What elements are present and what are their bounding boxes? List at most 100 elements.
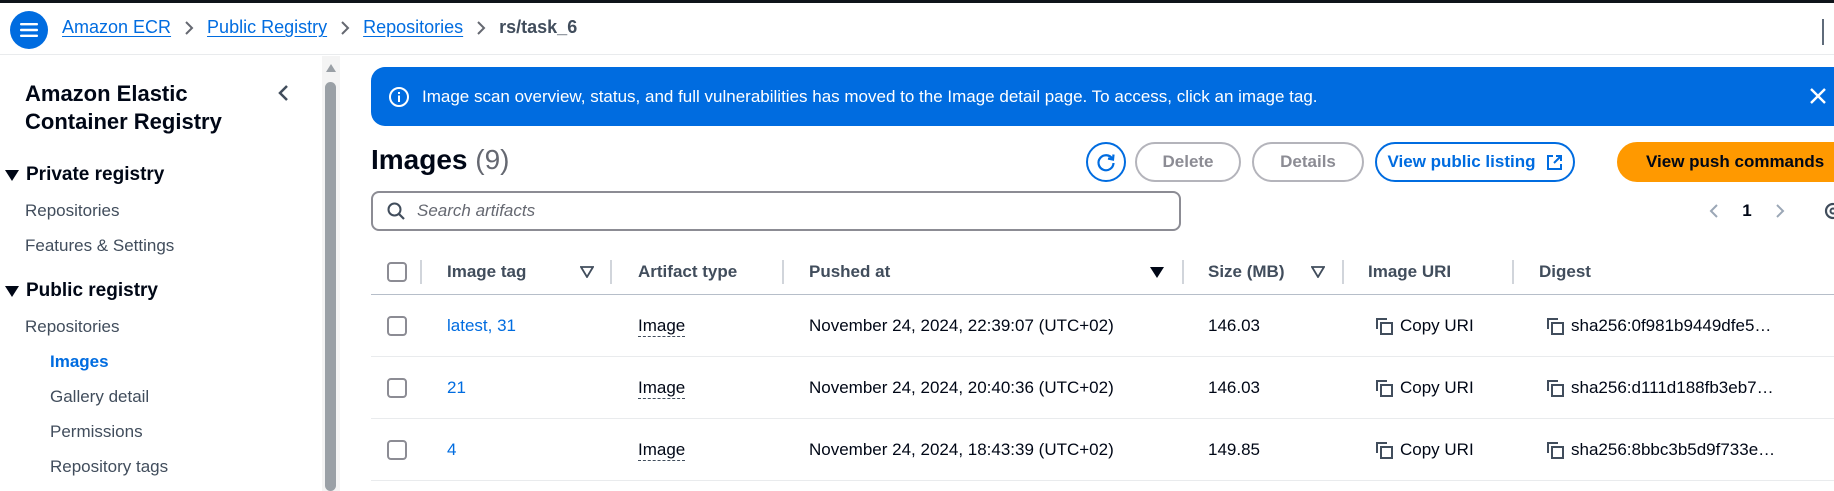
column-image-uri: Image URI [1368,262,1452,281]
artifact-type-value[interactable]: Image [638,440,686,461]
sidebar-item-permissions[interactable]: Permissions [50,422,143,442]
column-pushed-at[interactable]: Pushed at [809,249,890,295]
breadcrumb-amazon-ecr[interactable]: Amazon ECR [62,17,171,38]
column-divider[interactable] [610,260,612,284]
external-link-icon [1546,154,1563,171]
breadcrumb-public-registry[interactable]: Public Registry [207,17,327,38]
size: 146.03 [1208,316,1260,335]
column-size[interactable]: Size (MB) [1208,249,1285,295]
sort-icon[interactable] [579,264,595,280]
info-icon [388,86,410,108]
table-row: 21 Image November 24, 2024, 20:40:36 (UT… [371,357,1834,419]
sidebar-item-private-repositories[interactable]: Repositories [25,201,120,221]
table-row: latest, 31 Image November 24, 2024, 22:3… [371,295,1834,357]
sidebar-item-images[interactable]: Images [50,352,109,372]
copy-icon [1547,318,1564,335]
view-public-listing-button[interactable]: View public listing [1375,142,1575,182]
column-image-tag[interactable]: Image tag [447,249,526,295]
close-flash-button[interactable] [1805,83,1831,109]
table-settings-button[interactable] [1822,198,1834,224]
page-number[interactable]: 1 [1726,201,1768,221]
copy-uri-label: Copy URI [1400,378,1474,397]
copy-uri-button[interactable]: Copy URI [1374,419,1474,481]
sort-icon[interactable] [1310,264,1326,280]
artifact-type: Image [638,419,686,481]
sidebar-scrollbar[interactable] [322,56,340,491]
copy-icon [1547,380,1564,397]
row-checkbox[interactable] [387,378,407,398]
sidebar-item-gallery-detail[interactable]: Gallery detail [50,387,149,407]
copy-uri-label: Copy URI [1400,440,1474,459]
next-page-icon[interactable] [1768,203,1792,219]
search-input[interactable] [417,201,1157,221]
artifact-type-value[interactable]: Image [638,316,686,337]
sidebar-section-label: Private registry [26,164,165,185]
copy-uri-button[interactable]: Copy URI [1374,295,1474,357]
delete-button[interactable]: Delete [1135,142,1241,182]
copy-uri-label: Copy URI [1400,316,1474,335]
artifact-type-value[interactable]: Image [638,378,686,399]
sidebar-title: Amazon Elastic Container Registry [25,81,222,134]
copy-digest-button[interactable]: sha256:8bbc3b5d9f733e… [1545,419,1775,481]
images-count: (9) [475,144,510,175]
sidebar: Amazon Elastic Container Registry Privat… [0,56,340,491]
scroll-up-icon[interactable] [326,64,336,72]
top-navigation-bar: Amazon ECR Public Registry Repositories … [0,3,1834,55]
gear-icon [1824,202,1834,220]
image-tag-link[interactable]: 21 [447,357,466,419]
sidebar-item-public-repositories[interactable]: Repositories [25,317,120,337]
refresh-icon [1097,154,1115,172]
chevron-right-icon [327,20,363,36]
size: 146.03 [1208,378,1260,397]
view-public-listing-label: View public listing [1387,152,1536,171]
column-divider[interactable] [1512,260,1514,284]
scrollbar-thumb[interactable] [325,82,336,491]
sidebar-section-public-registry[interactable]: Public registry [0,280,158,302]
breadcrumb: Amazon ECR Public Registry Repositories … [62,17,577,38]
image-tag-link[interactable]: latest, 31 [447,295,516,357]
page-title-text: Images [371,144,468,175]
menu-button[interactable] [10,11,48,49]
breadcrumb-repositories[interactable]: Repositories [363,17,463,38]
pushed-at: November 24, 2024, 20:40:36 (UTC+02) [809,378,1114,397]
copy-digest-button[interactable]: sha256:0f981b9449dfe5… [1545,295,1771,357]
search-field[interactable] [371,191,1181,231]
caret-down-icon [0,285,24,297]
view-push-commands-button[interactable]: View push commands [1617,142,1834,182]
column-divider [420,260,422,284]
digest-value: sha256:0f981b9449dfe5… [1571,316,1772,335]
column-divider[interactable] [1182,260,1184,284]
tools-panel-toggle[interactable] [1822,19,1834,45]
caret-down-icon [0,169,24,181]
chevron-left-icon [278,85,288,101]
column-artifact-type[interactable]: Artifact type [638,249,737,295]
copy-icon [1376,380,1393,397]
size: 149.85 [1208,440,1260,459]
select-all-checkbox[interactable] [387,262,407,282]
column-divider[interactable] [1342,260,1344,284]
column-divider[interactable] [782,260,784,284]
sidebar-item-repository-tags[interactable]: Repository tags [50,457,168,477]
digest-value: sha256:d111d188fb3eb7… [1571,378,1774,397]
chevron-right-icon [171,20,207,36]
pagination: 1 [1702,198,1792,224]
row-checkbox[interactable] [387,316,407,336]
previous-page-icon[interactable] [1702,203,1726,219]
digest-value: sha256:8bbc3b5d9f733e… [1571,440,1776,459]
image-tag-link[interactable]: 4 [447,419,456,481]
pushed-at: November 24, 2024, 22:39:07 (UTC+02) [809,316,1114,335]
row-checkbox[interactable] [387,440,407,460]
flash-message: Image scan overview, status, and full vu… [422,86,1318,106]
images-table: Image tag Artifact type Pushed at Size (… [371,249,1834,481]
details-button[interactable]: Details [1252,142,1364,182]
sort-descending-icon[interactable] [1149,264,1165,280]
copy-uri-button[interactable]: Copy URI [1374,357,1474,419]
sidebar-item-features-settings[interactable]: Features & Settings [25,236,174,256]
sidebar-section-private-registry[interactable]: Private registry [0,164,164,186]
close-sidebar-button[interactable] [272,82,294,104]
copy-digest-button[interactable]: sha256:d111d188fb3eb7… [1545,357,1774,419]
column-digest: Digest [1539,262,1591,281]
artifact-type: Image [638,357,686,419]
hamburger-icon [20,23,38,37]
refresh-button[interactable] [1086,142,1126,182]
